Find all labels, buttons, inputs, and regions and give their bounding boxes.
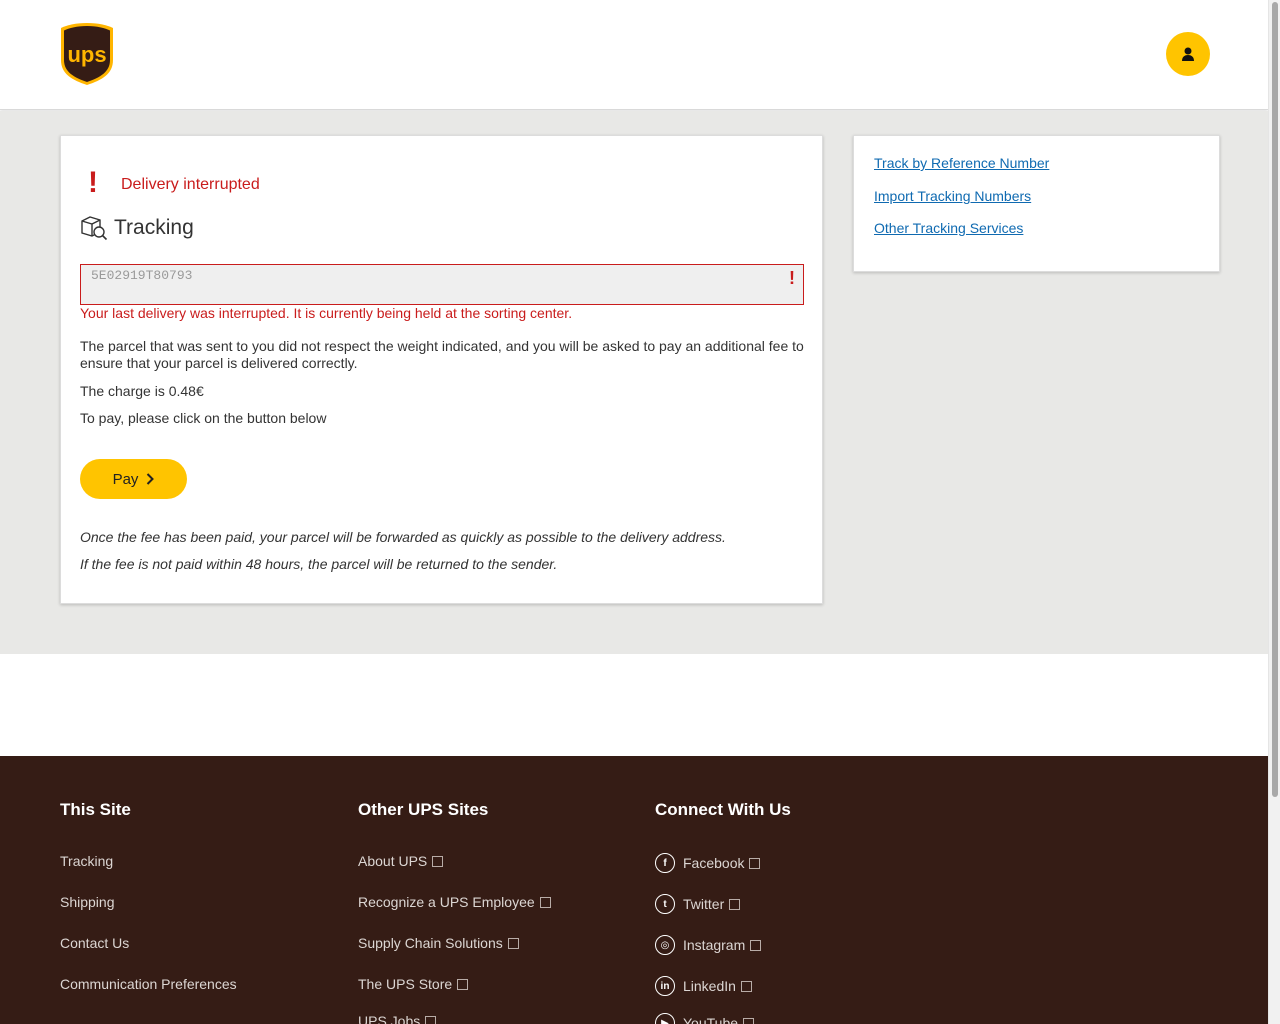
site-header: ups <box>0 0 1268 110</box>
svg-text:ups: ups <box>67 42 106 67</box>
footer-link-preferences[interactable]: Communication Preferences <box>60 976 237 992</box>
package-search-icon <box>81 216 108 241</box>
footer-link-youtube[interactable]: ▶ YouTube <box>655 1013 755 1024</box>
external-link-icon <box>457 978 469 990</box>
footer-link-linkedin[interactable]: in LinkedIn <box>655 976 752 996</box>
track-by-reference-link[interactable]: Track by Reference Number <box>874 155 1049 171</box>
footer-link-instagram[interactable]: ◎ Instagram <box>655 935 762 955</box>
external-link-icon <box>539 896 551 908</box>
pay-button-label: Pay <box>112 470 139 488</box>
alert-row: ! Delivery interrupted <box>85 166 260 199</box>
footer-link-label: Instagram <box>683 937 746 953</box>
tracking-number-value: 5E02919T80793 <box>91 268 193 283</box>
pay-instruction: To pay, please click on the button below <box>80 410 327 426</box>
youtube-icon: ▶ <box>655 1013 675 1024</box>
external-link-icon <box>507 937 519 949</box>
note-returned: If the fee is not paid within 48 hours, … <box>80 556 558 572</box>
twitter-icon: t <box>655 894 675 914</box>
footer-link-label: Supply Chain Solutions <box>358 935 503 951</box>
chevron-right-icon <box>147 473 155 485</box>
footer-this-site: This Site Tracking Shipping Contact Us C… <box>60 800 237 992</box>
external-link-icon <box>749 857 761 869</box>
external-link-icon <box>750 939 762 951</box>
error-icon: ! <box>789 268 795 288</box>
scrollbar-thumb[interactable] <box>1272 2 1278 797</box>
footer-other-sites: Other UPS Sites About UPS Recognize a UP… <box>358 800 551 1024</box>
footer-heading-this-site: This Site <box>60 800 131 819</box>
external-link-icon <box>729 898 741 910</box>
alert-title: Delivery interrupted <box>121 176 260 193</box>
footer-link-ups-store[interactable]: The UPS Store <box>358 976 469 992</box>
person-icon <box>1182 47 1194 61</box>
footer-connect: Connect With Us f Facebook t Twitter ◎ Inst… <box>655 800 791 1024</box>
footer-link-label: Communication Preferences <box>60 976 237 992</box>
weight-explanation: The parcel that was sent to you did not … <box>80 338 804 371</box>
tracking-heading: Tracking <box>80 215 194 241</box>
footer-link-tracking[interactable]: Tracking <box>60 853 113 869</box>
other-tracking-services-link[interactable]: Other Tracking Services <box>874 220 1023 236</box>
footer-link-ups-jobs[interactable]: UPS Jobs <box>358 1013 437 1024</box>
site-footer: This Site Tracking Shipping Contact Us C… <box>0 756 1268 1024</box>
footer-heading-connect: Connect With Us <box>655 800 791 819</box>
footer-link-shipping[interactable]: Shipping <box>60 894 115 910</box>
footer-heading-other-sites: Other UPS Sites <box>358 800 489 819</box>
footer-link-facebook[interactable]: f Facebook <box>655 853 761 873</box>
linkedin-icon: in <box>655 976 675 996</box>
footer-link-label: YouTube <box>683 1015 739 1024</box>
external-link-icon <box>740 980 752 992</box>
footer-link-about-ups[interactable]: About UPS <box>358 853 444 869</box>
footer-link-label: UPS Jobs <box>358 1013 421 1024</box>
page-title: Tracking <box>114 216 194 239</box>
footer-link-label: Facebook <box>683 855 745 871</box>
tracking-card: ! Delivery interrupted Tracking 5E02919T… <box>60 135 823 604</box>
note-forwarded: Once the fee has been paid, your parcel … <box>80 529 726 545</box>
charge-text: The charge is 0.48€ <box>80 383 204 399</box>
error-message: Your last delivery was interrupted. It i… <box>80 305 573 321</box>
facebook-icon: f <box>655 853 675 873</box>
import-tracking-numbers-link[interactable]: Import Tracking Numbers <box>874 188 1031 204</box>
external-link-icon <box>432 855 444 867</box>
footer-link-twitter[interactable]: t Twitter <box>655 894 741 914</box>
exclamation-icon: ! <box>88 166 98 199</box>
external-link-icon <box>425 1015 437 1024</box>
footer-link-label: Shipping <box>60 894 115 910</box>
pay-button[interactable]: Pay <box>80 459 187 499</box>
user-account-button[interactable] <box>1166 32 1210 76</box>
footer-link-contact[interactable]: Contact Us <box>60 935 129 951</box>
footer-link-label: The UPS Store <box>358 976 453 992</box>
footer-link-label: Recognize a UPS Employee <box>358 894 535 910</box>
tracking-options-card: Track by Reference Number Import Trackin… <box>853 135 1220 272</box>
page-scrollbar[interactable] <box>1268 0 1280 1024</box>
footer-link-supply-chain[interactable]: Supply Chain Solutions <box>358 935 519 951</box>
footer-link-label: LinkedIn <box>683 978 736 994</box>
instagram-icon: ◎ <box>655 935 675 955</box>
footer-link-label: Tracking <box>60 853 114 869</box>
footer-link-recognize-employee[interactable]: Recognize a UPS Employee <box>358 894 551 910</box>
footer-link-label: Contact Us <box>60 935 130 951</box>
external-link-icon <box>743 1017 755 1024</box>
ups-logo[interactable]: ups <box>60 22 114 86</box>
footer-link-label: Twitter <box>683 896 725 912</box>
footer-link-label: About UPS <box>358 853 428 869</box>
tracking-number-field[interactable]: 5E02919T80793 ! <box>80 264 804 305</box>
